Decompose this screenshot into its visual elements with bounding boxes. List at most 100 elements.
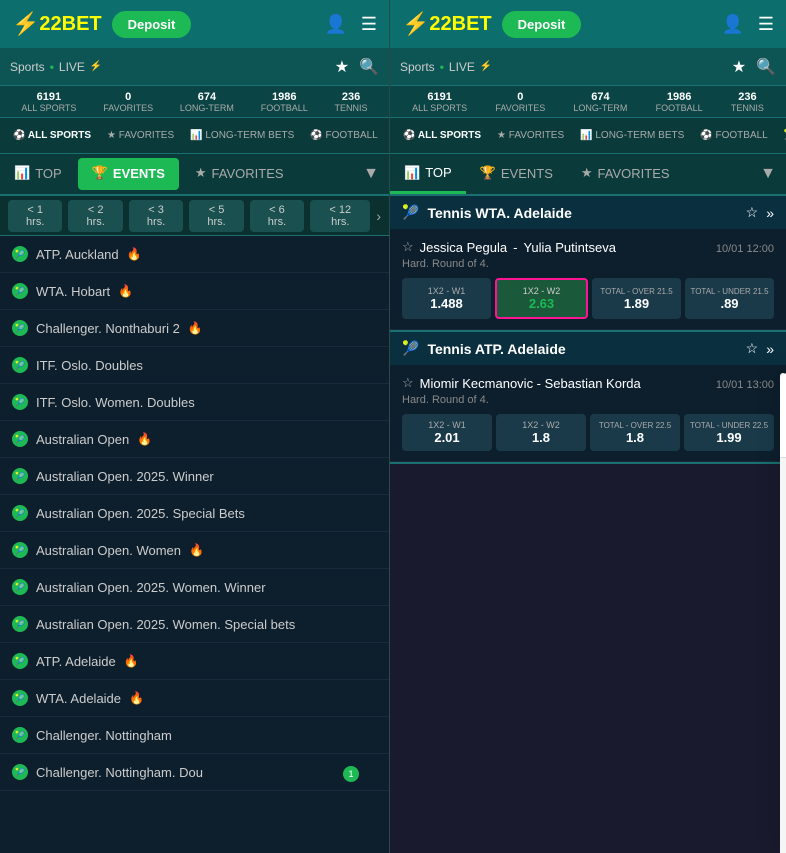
tab-favorites-left[interactable]: ★ FAVORITES (181, 154, 298, 194)
menu-icon-left[interactable]: ☰ (361, 14, 377, 35)
stat-longterm-left: 674 LONG-TERM (180, 91, 234, 113)
live-label-left: LIVE (59, 60, 85, 74)
sport-icon: 🎾 (12, 283, 28, 299)
nav-tab-football-left[interactable]: ⚽ FOOTBALL (302, 126, 385, 145)
stat-football-right: 1986 FOOTBALL (656, 91, 703, 113)
sport-icon: 🎾 (12, 320, 28, 336)
odd-under225-kecmanovic[interactable]: TOTAL - UNDER 22.5 1.99 (684, 414, 774, 451)
live-label-right: LIVE (449, 60, 475, 74)
deposit-button-right[interactable]: Deposit (502, 11, 582, 38)
nav-tabs-left: ⚽ ALL SPORTS ★ FAVORITES 📊 LONG-TERM BET… (0, 118, 389, 154)
tab-events-left[interactable]: 🏆 EVENTS (78, 158, 179, 190)
list-item[interactable]: 🎾 Australian Open. 2025. Women. Special … (0, 606, 389, 643)
live-dot-right: • (440, 60, 444, 74)
odd-under215-pegula[interactable]: TOTAL - UNDER 21.5 .89 (685, 278, 774, 319)
match-surface-pegula: Hard. Round of 4. (402, 258, 774, 270)
wta-section-header: 🎾 Tennis WTA. Adelaide ☆ » (390, 196, 786, 229)
atp-section-header: 🎾 Tennis ATP. Adelaide ☆ » (390, 332, 786, 365)
search-icon-left[interactable]: 🔍 (359, 57, 379, 77)
stat-football-left: 1986 FOOTBALL (261, 91, 308, 113)
list-item[interactable]: 🎾 Australian Open 🔥 (0, 421, 389, 458)
star-icon-right[interactable]: ★ (732, 57, 746, 77)
stat-all-sports-left: 6191 ALL SPORTS (21, 91, 76, 113)
odd-w2-kecmanovic[interactable]: 1X2 - W2 1.8 (496, 414, 586, 451)
tab-events-right[interactable]: 🏆 EVENTS (466, 154, 567, 194)
time-2hr[interactable]: < 2 hrs. (68, 200, 122, 232)
match-date-pegula: 10/01 12:00 (716, 243, 774, 255)
bet-slip-panel: Go to bet slip Clear × Jessica Pegula - … (780, 373, 786, 853)
time-12hr[interactable]: < 12 hrs. (310, 200, 370, 232)
filter-button-left[interactable]: ▼ (353, 161, 389, 187)
odd-w1-pegula[interactable]: 1X2 - W1 1.488 (402, 278, 491, 319)
nav-tab-tennis-right[interactable]: 🎾 TENNIS (776, 126, 786, 145)
tab-favorites-right[interactable]: ★ FAVORITES (567, 154, 684, 194)
nav-tab-favorites-right[interactable]: ★ FAVORITES (489, 126, 572, 145)
hot-icon: 🔥 (188, 321, 203, 335)
list-item[interactable]: 🎾 Challenger. Nottingham (0, 717, 389, 754)
list-item[interactable]: 🎾 ATP. Auckland 🔥 (0, 236, 389, 273)
deposit-button-left[interactable]: Deposit (112, 11, 192, 38)
section-star-wta[interactable]: ☆ (746, 204, 759, 221)
tennis-icon-atp: 🎾 (402, 340, 419, 357)
search-icon-right[interactable]: 🔍 (756, 57, 776, 77)
list-item[interactable]: 🎾 Australian Open. 2025. Winner (0, 458, 389, 495)
nav-tab-favorites-left[interactable]: ★ FAVORITES (99, 126, 182, 145)
logo-left: ⚡ 22BET (12, 11, 102, 37)
sub-header-right: Sports • LIVE ⚡ ★ 🔍 (390, 48, 786, 86)
time-1hr[interactable]: < 1 hrs. (8, 200, 62, 232)
time-3hr[interactable]: < 3 hrs. (129, 200, 183, 232)
sport-icon: 🎾 (12, 394, 28, 410)
tab-top-right[interactable]: 📊 TOP (390, 154, 466, 194)
nav-tab-football-right[interactable]: ⚽ FOOTBALL (692, 126, 775, 145)
time-5hr[interactable]: < 5 hrs. (189, 200, 243, 232)
hot-icon: 🔥 (124, 654, 139, 668)
list-item[interactable]: 🎾 Australian Open. Women 🔥 (0, 532, 389, 569)
right-panel-inner: 🎾 Tennis WTA. Adelaide ☆ » ☆ (390, 196, 786, 853)
star-tab-icon-left: ★ (195, 165, 207, 181)
right-header: ⚡ 22BET Deposit 👤 ☰ (390, 0, 786, 48)
chart-icon-left: 📊 (14, 165, 30, 181)
time-6hr[interactable]: < 6 hrs. (250, 200, 304, 232)
list-item[interactable]: 🎾 Challenger. Nottingham. Dou 1 (0, 754, 389, 791)
menu-icon-right[interactable]: ☰ (758, 14, 774, 35)
match-fav-icon-pegula[interactable]: ☆ (402, 239, 414, 255)
odd-w2-pegula[interactable]: 1X2 - W2 2.63 (495, 278, 588, 319)
nav-tab-allsports-left[interactable]: ⚽ ALL SPORTS (5, 126, 99, 145)
list-item[interactable]: 🎾 WTA. Adelaide 🔥 (0, 680, 389, 717)
sport-icon: 🎾 (12, 579, 28, 595)
section-star-atp[interactable]: ☆ (746, 340, 759, 357)
list-item[interactable]: 🎾 ITF. Oslo. Women. Doubles (0, 384, 389, 421)
section-more-atp[interactable]: » (766, 340, 774, 357)
sport-icon: 🎾 (12, 468, 28, 484)
hot-icon: 🔥 (129, 691, 144, 705)
nav-tab-tennis-left[interactable]: 🎾 TENNIS (386, 126, 389, 145)
nav-tab-longterm-right[interactable]: 📊 LONG-TERM BETS (572, 126, 692, 145)
profile-icon-right[interactable]: 👤 (721, 14, 743, 35)
odd-over215-pegula[interactable]: TOTAL - OVER 21.5 1.89 (592, 278, 681, 319)
odd-over225-kecmanovic[interactable]: TOTAL - OVER 22.5 1.8 (590, 414, 680, 451)
list-item[interactable]: 🎾 ATP. Adelaide 🔥 (0, 643, 389, 680)
filter-button-right[interactable]: ▼ (750, 161, 786, 187)
hot-icon: 🔥 (137, 432, 152, 446)
match-fav-icon-kecmanovic[interactable]: ☆ (402, 375, 414, 391)
sport-icon: 🎾 (12, 690, 28, 706)
star-icon-left[interactable]: ★ (335, 57, 349, 77)
odd-w1-kecmanovic[interactable]: 1X2 - W1 2.01 (402, 414, 492, 451)
sport-icon: 🎾 (12, 653, 28, 669)
stat-tennis-right: 236 TENNIS (731, 91, 764, 113)
profile-icon-left[interactable]: 👤 (324, 14, 346, 35)
list-item[interactable]: 🎾 WTA. Hobart 🔥 (0, 273, 389, 310)
tab-top-left[interactable]: 📊 TOP (0, 154, 76, 194)
time-more[interactable]: › (376, 208, 381, 224)
section-more-wta[interactable]: » (766, 204, 774, 221)
nav-tab-allsports-right[interactable]: ⚽ ALL SPORTS (395, 126, 489, 145)
live-count-right: ⚡ (480, 61, 492, 72)
sport-icon: 🎾 (12, 431, 28, 447)
list-item[interactable]: 🎾 Challenger. Nonthaburi 2 🔥 (0, 310, 389, 347)
nav-tab-longterm-left[interactable]: 📊 LONG-TERM BETS (182, 126, 302, 145)
list-item[interactable]: 🎾 Australian Open. 2025. Special Bets (0, 495, 389, 532)
wta-section-title: 🎾 Tennis WTA. Adelaide (402, 204, 572, 221)
list-item[interactable]: 🎾 Australian Open. 2025. Women. Winner (0, 569, 389, 606)
list-item[interactable]: 🎾 ITF. Oslo. Doubles (0, 347, 389, 384)
sport-icon: 🎾 (12, 764, 28, 780)
